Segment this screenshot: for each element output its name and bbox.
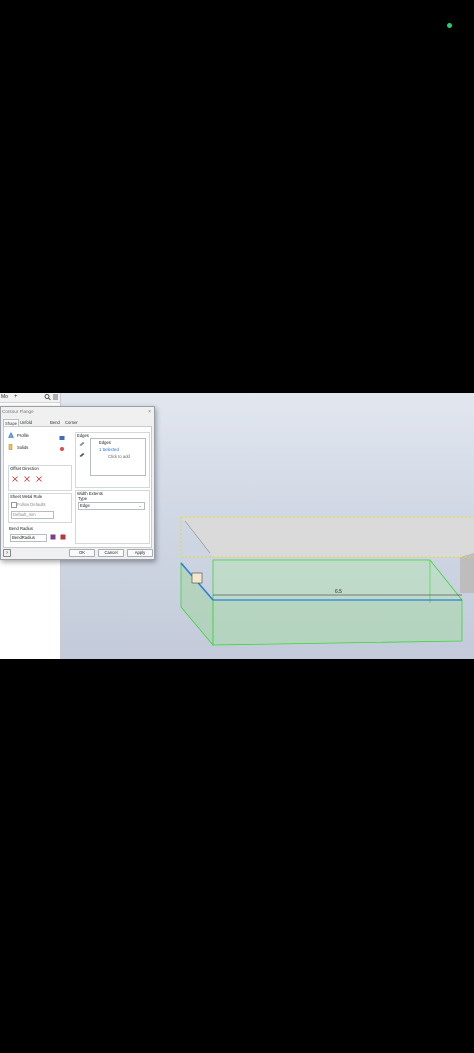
bend-option-1-icon[interactable] — [50, 534, 56, 540]
bend-radius-input[interactable]: BendRadius — [10, 534, 47, 542]
existing-sheet-side — [460, 553, 474, 593]
ok-button[interactable]: OK — [69, 549, 95, 557]
apply-button[interactable]: Apply — [127, 549, 153, 557]
help-button[interactable]: ? — [3, 549, 11, 557]
solids-label: Solids — [17, 445, 29, 450]
profile-label: Profile — [17, 433, 29, 438]
edge-select-icon[interactable] — [79, 441, 85, 447]
tab-corner[interactable]: Corner — [64, 419, 79, 426]
loop-mode-icon[interactable] — [59, 446, 65, 452]
status-indicator-dot — [447, 23, 452, 28]
search-icon[interactable] — [44, 393, 51, 405]
follow-defaults-label: Follow Defaults — [17, 502, 46, 507]
offset-direction-group: Offset Direction — [8, 465, 72, 491]
bend-option-2-icon[interactable] — [60, 534, 66, 540]
sheet-metal-rule-label: Sheet Metal Rule — [10, 494, 43, 499]
offset-symmetric-icon[interactable] — [36, 476, 42, 482]
type-dropdown[interactable]: Edge ⌄ — [78, 502, 145, 510]
existing-sheet-face — [181, 517, 474, 557]
close-icon[interactable]: × — [148, 408, 151, 416]
width-extents-group: Width Extents Type Edge ⌄ — [75, 490, 150, 544]
chevron-down-icon: ⌄ — [138, 503, 142, 508]
dialog-title: Contour Flange — [2, 409, 34, 414]
edges-list-header: Edges — [99, 440, 111, 445]
solids-select-icon[interactable] — [8, 444, 14, 450]
type-label: Type — [78, 496, 88, 501]
offset-side-2-icon[interactable] — [24, 476, 30, 482]
profile-select-icon[interactable] — [8, 432, 14, 438]
selection-cursor-box — [191, 572, 203, 584]
type-value: Edge — [80, 503, 90, 508]
tab-unfold-options[interactable]: Unfold Options — [19, 419, 35, 432]
offset-direction-label: Offset Direction — [10, 466, 39, 471]
browser-toolbar: Mo + — [0, 393, 60, 403]
inventor-application: 6.5 Mo + Contour Flange × Shape Unfold O… — [0, 393, 474, 659]
shape-tab-panel: Profile Solids Offset Direction Sheet Me… — [3, 426, 152, 548]
preview-front-face — [212, 599, 463, 646]
edges-label: Edges — [77, 433, 89, 438]
offset-side-1-icon[interactable] — [12, 476, 18, 482]
sheet-metal-rule-group: Sheet Metal Rule Follow Defaults Default… — [8, 493, 72, 523]
tab-bend[interactable]: Bend — [49, 419, 61, 426]
browser-tab-label[interactable]: Mo — [1, 393, 8, 402]
bend-radius-label: Bend Radius — [9, 526, 33, 531]
edges-selected-item[interactable]: 1 Selected — [99, 447, 119, 452]
edges-selection-list[interactable]: Edges 1 Selected Click to add — [90, 438, 146, 476]
edges-click-to-add[interactable]: Click to add — [108, 454, 130, 459]
edge-mode-icon[interactable] — [59, 435, 65, 441]
dimension-value: 6.5 — [335, 589, 342, 595]
rule-dropdown[interactable]: Default_mm — [11, 511, 54, 519]
cancel-button[interactable]: Cancel — [98, 549, 124, 557]
edge-loop-icon[interactable] — [79, 452, 85, 458]
edges-group: Edges Edges 1 Selected Click to add — [75, 432, 150, 488]
menu-icon[interactable] — [52, 393, 59, 405]
plus-icon[interactable]: + — [14, 393, 18, 402]
contour-flange-dialog: Contour Flange × Shape Unfold Options Be… — [0, 406, 155, 560]
